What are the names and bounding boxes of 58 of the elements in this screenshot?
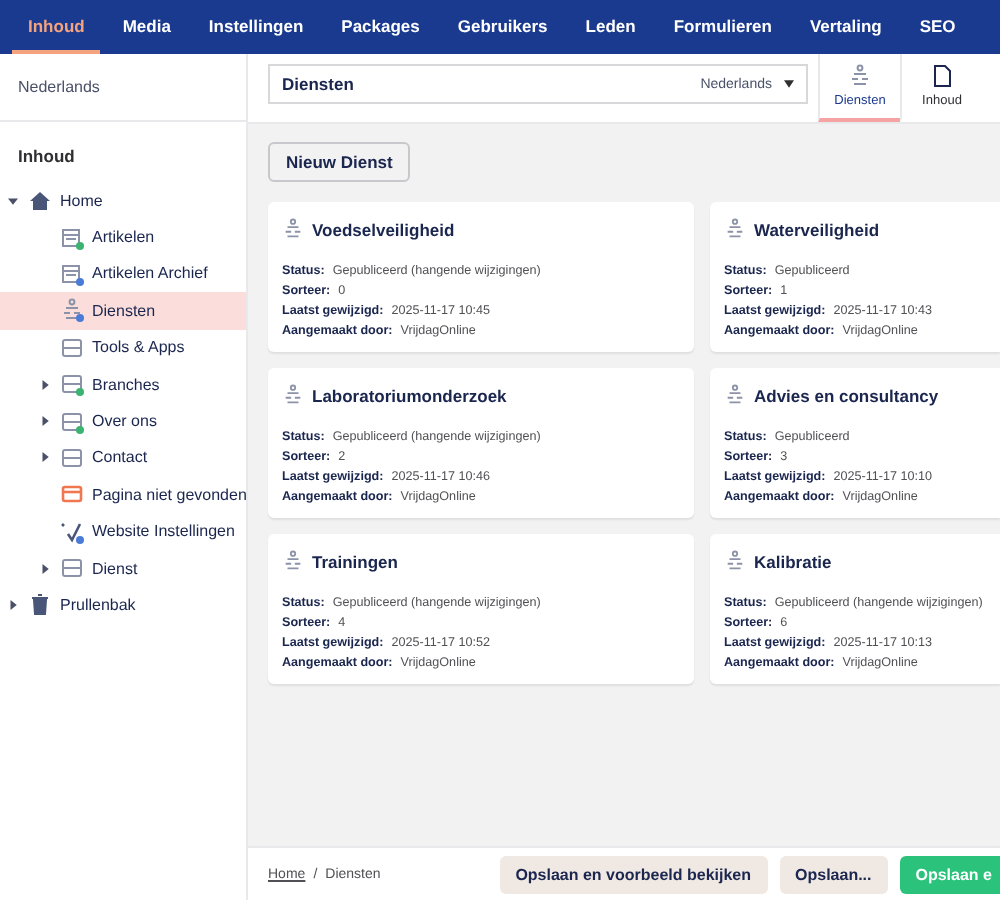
tree-item[interactable]: Over ons bbox=[0, 402, 246, 440]
collapsed-caret-icon[interactable] bbox=[40, 416, 52, 427]
checkmark-icon bbox=[60, 519, 84, 544]
document-icon bbox=[930, 64, 954, 88]
tree-item[interactable]: Contact bbox=[0, 439, 246, 477]
collapsed-caret-icon[interactable] bbox=[40, 563, 52, 574]
new-button[interactable]: Nieuw Dienst bbox=[268, 142, 411, 182]
page-icon bbox=[60, 335, 84, 360]
expanded-caret-icon[interactable] bbox=[8, 195, 20, 206]
page-icon bbox=[60, 445, 84, 470]
tree-item[interactable]: Diensten bbox=[0, 292, 246, 330]
card-title[interactable]: Laboratoriumonderzoek bbox=[312, 385, 507, 405]
nav-tab[interactable]: Packages bbox=[325, 0, 436, 54]
services-icon bbox=[724, 218, 746, 240]
trash-icon bbox=[28, 592, 52, 617]
tree-item[interactable]: Tools & Apps bbox=[0, 329, 246, 366]
page-icon bbox=[60, 372, 84, 397]
services-icon bbox=[724, 384, 746, 406]
page-icon bbox=[60, 409, 84, 434]
card-title[interactable]: Kalibratie bbox=[754, 551, 832, 571]
services-icon bbox=[724, 550, 746, 572]
collapsed-caret-icon[interactable] bbox=[40, 452, 52, 463]
save-button[interactable]: Opslaan en voorbeeld bekijken bbox=[499, 855, 768, 893]
tree-item[interactable]: Branches bbox=[0, 365, 246, 403]
home-icon bbox=[28, 188, 52, 213]
section-title: Inhoud bbox=[18, 146, 75, 166]
nav-tab[interactable]: Formulieren bbox=[657, 0, 788, 54]
services-icon bbox=[848, 64, 872, 88]
services-icon bbox=[60, 298, 84, 323]
tree-item[interactable]: Artikelen bbox=[0, 218, 246, 256]
error-page-icon bbox=[60, 482, 84, 507]
card-title[interactable]: Trainingen bbox=[312, 551, 398, 571]
tree-item[interactable]: Dienst bbox=[0, 549, 246, 587]
collapsed-caret-icon[interactable] bbox=[8, 599, 20, 610]
tree-item[interactable]: Website Instellingen bbox=[0, 513, 246, 550]
card-title[interactable]: Voedselveiligheid bbox=[312, 219, 455, 239]
services-icon bbox=[282, 218, 304, 240]
services-icon bbox=[282, 384, 304, 406]
nav-tab[interactable]: Vertaling bbox=[793, 0, 898, 54]
tree-item[interactable]: Prullenbak bbox=[0, 586, 246, 624]
document-list-icon bbox=[60, 225, 84, 250]
tree-item[interactable]: Home bbox=[0, 182, 246, 219]
nav-tab[interactable]: Instellingen bbox=[192, 0, 320, 54]
nav-tab[interactable]: Leden bbox=[569, 0, 652, 54]
nav-tab[interactable]: Media bbox=[106, 0, 187, 54]
card-title[interactable]: Waterveiligheid bbox=[754, 219, 880, 239]
page-icon bbox=[60, 556, 84, 581]
collapsed-caret-icon[interactable] bbox=[40, 379, 52, 390]
nav-tab[interactable]: SEO bbox=[903, 0, 972, 54]
nav-tab[interactable]: Gebruikers bbox=[441, 0, 564, 54]
caret-icon bbox=[784, 80, 794, 88]
language-label[interactable]: Nederlands bbox=[18, 78, 100, 96]
card-title[interactable]: Advies en consultancy bbox=[754, 385, 939, 405]
tree-item[interactable]: Pagina niet gevonden bbox=[0, 476, 246, 514]
save-button[interactable]: Opslaan... bbox=[779, 855, 888, 893]
tree-item[interactable]: Artikelen Archief bbox=[0, 255, 246, 293]
document-list-icon bbox=[60, 261, 84, 286]
services-icon bbox=[282, 550, 304, 572]
